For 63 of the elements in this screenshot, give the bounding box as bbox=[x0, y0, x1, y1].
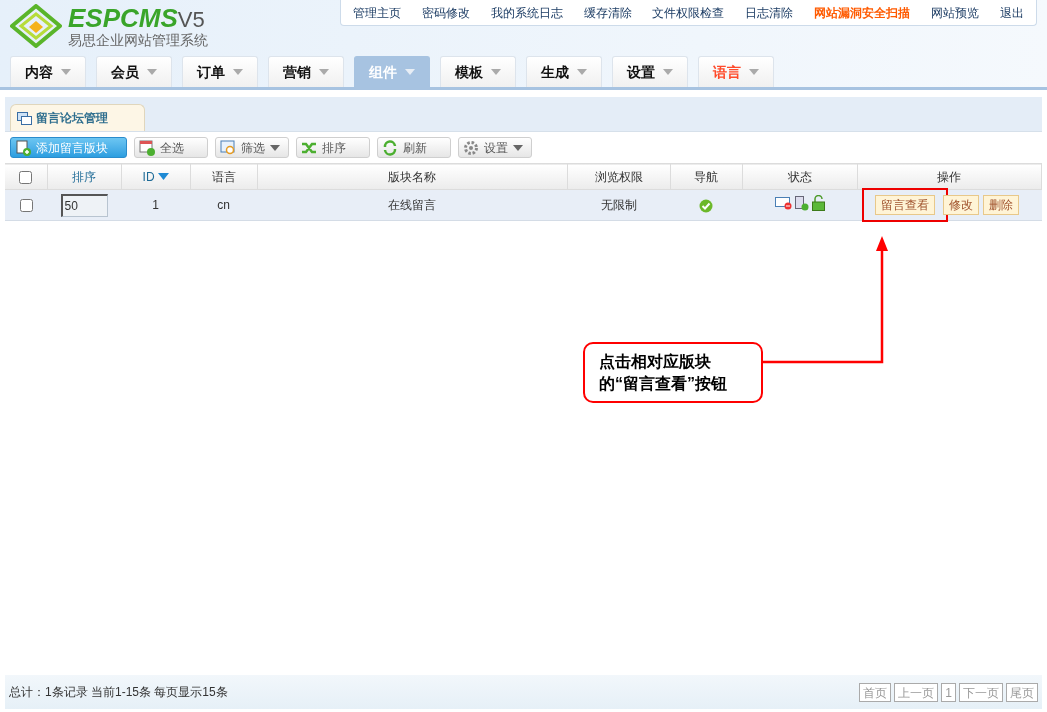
toolbar-button[interactable]: 刷新 bbox=[377, 137, 451, 158]
column-header[interactable]: 语言 bbox=[211, 167, 236, 186]
row-checkbox[interactable] bbox=[19, 199, 33, 213]
top-link[interactable]: 日志清除 bbox=[745, 3, 794, 22]
caret-icon bbox=[663, 69, 673, 75]
caret-icon bbox=[491, 69, 501, 75]
caret-icon bbox=[233, 69, 243, 75]
add-icon bbox=[15, 139, 31, 156]
refresh-icon bbox=[382, 139, 398, 156]
top-link[interactable]: 网站预览 bbox=[930, 3, 979, 22]
caret-icon bbox=[319, 69, 329, 75]
language-cell: cn bbox=[217, 198, 230, 212]
nav-tab[interactable]: 营销 bbox=[268, 56, 344, 87]
action-button[interactable]: 删除 bbox=[983, 195, 1020, 215]
nav-tab[interactable]: 生成 bbox=[526, 56, 602, 87]
column-header[interactable]: 排序 bbox=[72, 167, 97, 186]
column-header[interactable]: 导航 bbox=[694, 167, 719, 186]
toolbar-button[interactable]: 排序 bbox=[296, 137, 370, 158]
record-summary: 总计：1条记录 当前1-15条 每页显示15条 bbox=[9, 684, 228, 701]
nav-tab[interactable]: 模板 bbox=[440, 56, 516, 87]
column-header[interactable]: 浏览权限 bbox=[594, 167, 643, 186]
logo-icon bbox=[10, 4, 62, 48]
toolbar-button[interactable]: 设置 bbox=[458, 137, 532, 158]
top-link[interactable]: 文件权限检查 bbox=[652, 3, 725, 22]
caret-icon bbox=[749, 69, 759, 75]
toolbar-button[interactable]: 筛选 bbox=[215, 137, 289, 158]
logo-version: V5 bbox=[177, 9, 205, 31]
top-link[interactable]: 退出 bbox=[999, 3, 1024, 22]
logo-text: ESPCMS bbox=[68, 5, 178, 31]
top-link[interactable]: 我的系统日志 bbox=[490, 3, 563, 22]
card-remove-icon[interactable] bbox=[774, 196, 792, 210]
column-header[interactable]: 状态 bbox=[787, 167, 812, 186]
logo-subtitle: 易思企业网站管理系统 bbox=[68, 33, 208, 47]
column-header[interactable]: 操作 bbox=[937, 167, 962, 186]
toolbar-button[interactable]: 全选 bbox=[134, 137, 208, 158]
action-button[interactable]: 留言查看 bbox=[875, 195, 936, 215]
top-link[interactable]: 管理主页 bbox=[353, 3, 402, 22]
nav-tab[interactable]: 设置 bbox=[612, 56, 688, 87]
nav-tab[interactable]: 订单 bbox=[182, 56, 258, 87]
callout-note: 点击相对应版块的“留言查看”按钮 bbox=[583, 342, 763, 403]
top-link[interactable]: 密码修改 bbox=[422, 3, 471, 22]
order-input[interactable]: 50 bbox=[60, 193, 108, 217]
column-header[interactable]: 版块名称 bbox=[388, 167, 437, 186]
column-header[interactable]: ID bbox=[142, 167, 155, 186]
action-button[interactable]: 修改 bbox=[943, 195, 980, 215]
id-cell: 1 bbox=[152, 198, 159, 212]
gear-icon bbox=[463, 139, 479, 156]
nav-tab[interactable]: 内容 bbox=[10, 56, 86, 87]
window-icon bbox=[17, 111, 32, 125]
top-link[interactable]: 缓存清除 bbox=[583, 3, 632, 22]
caret-icon bbox=[405, 69, 415, 75]
nav-tab[interactable]: 会员 bbox=[96, 56, 172, 87]
unlocked-padlock-icon[interactable] bbox=[811, 195, 825, 211]
select-all-icon bbox=[139, 139, 155, 156]
checkbox[interactable] bbox=[19, 170, 33, 184]
caret-icon bbox=[61, 69, 71, 75]
document-add-icon[interactable] bbox=[794, 195, 809, 211]
panel-tab[interactable]: 留言论坛管理 bbox=[10, 104, 145, 131]
caret-icon bbox=[147, 69, 157, 75]
name-cell: 在线留言 bbox=[388, 198, 437, 212]
permission-cell: 无限制 bbox=[600, 198, 637, 212]
caret-icon bbox=[577, 69, 587, 75]
search-icon bbox=[220, 139, 236, 156]
